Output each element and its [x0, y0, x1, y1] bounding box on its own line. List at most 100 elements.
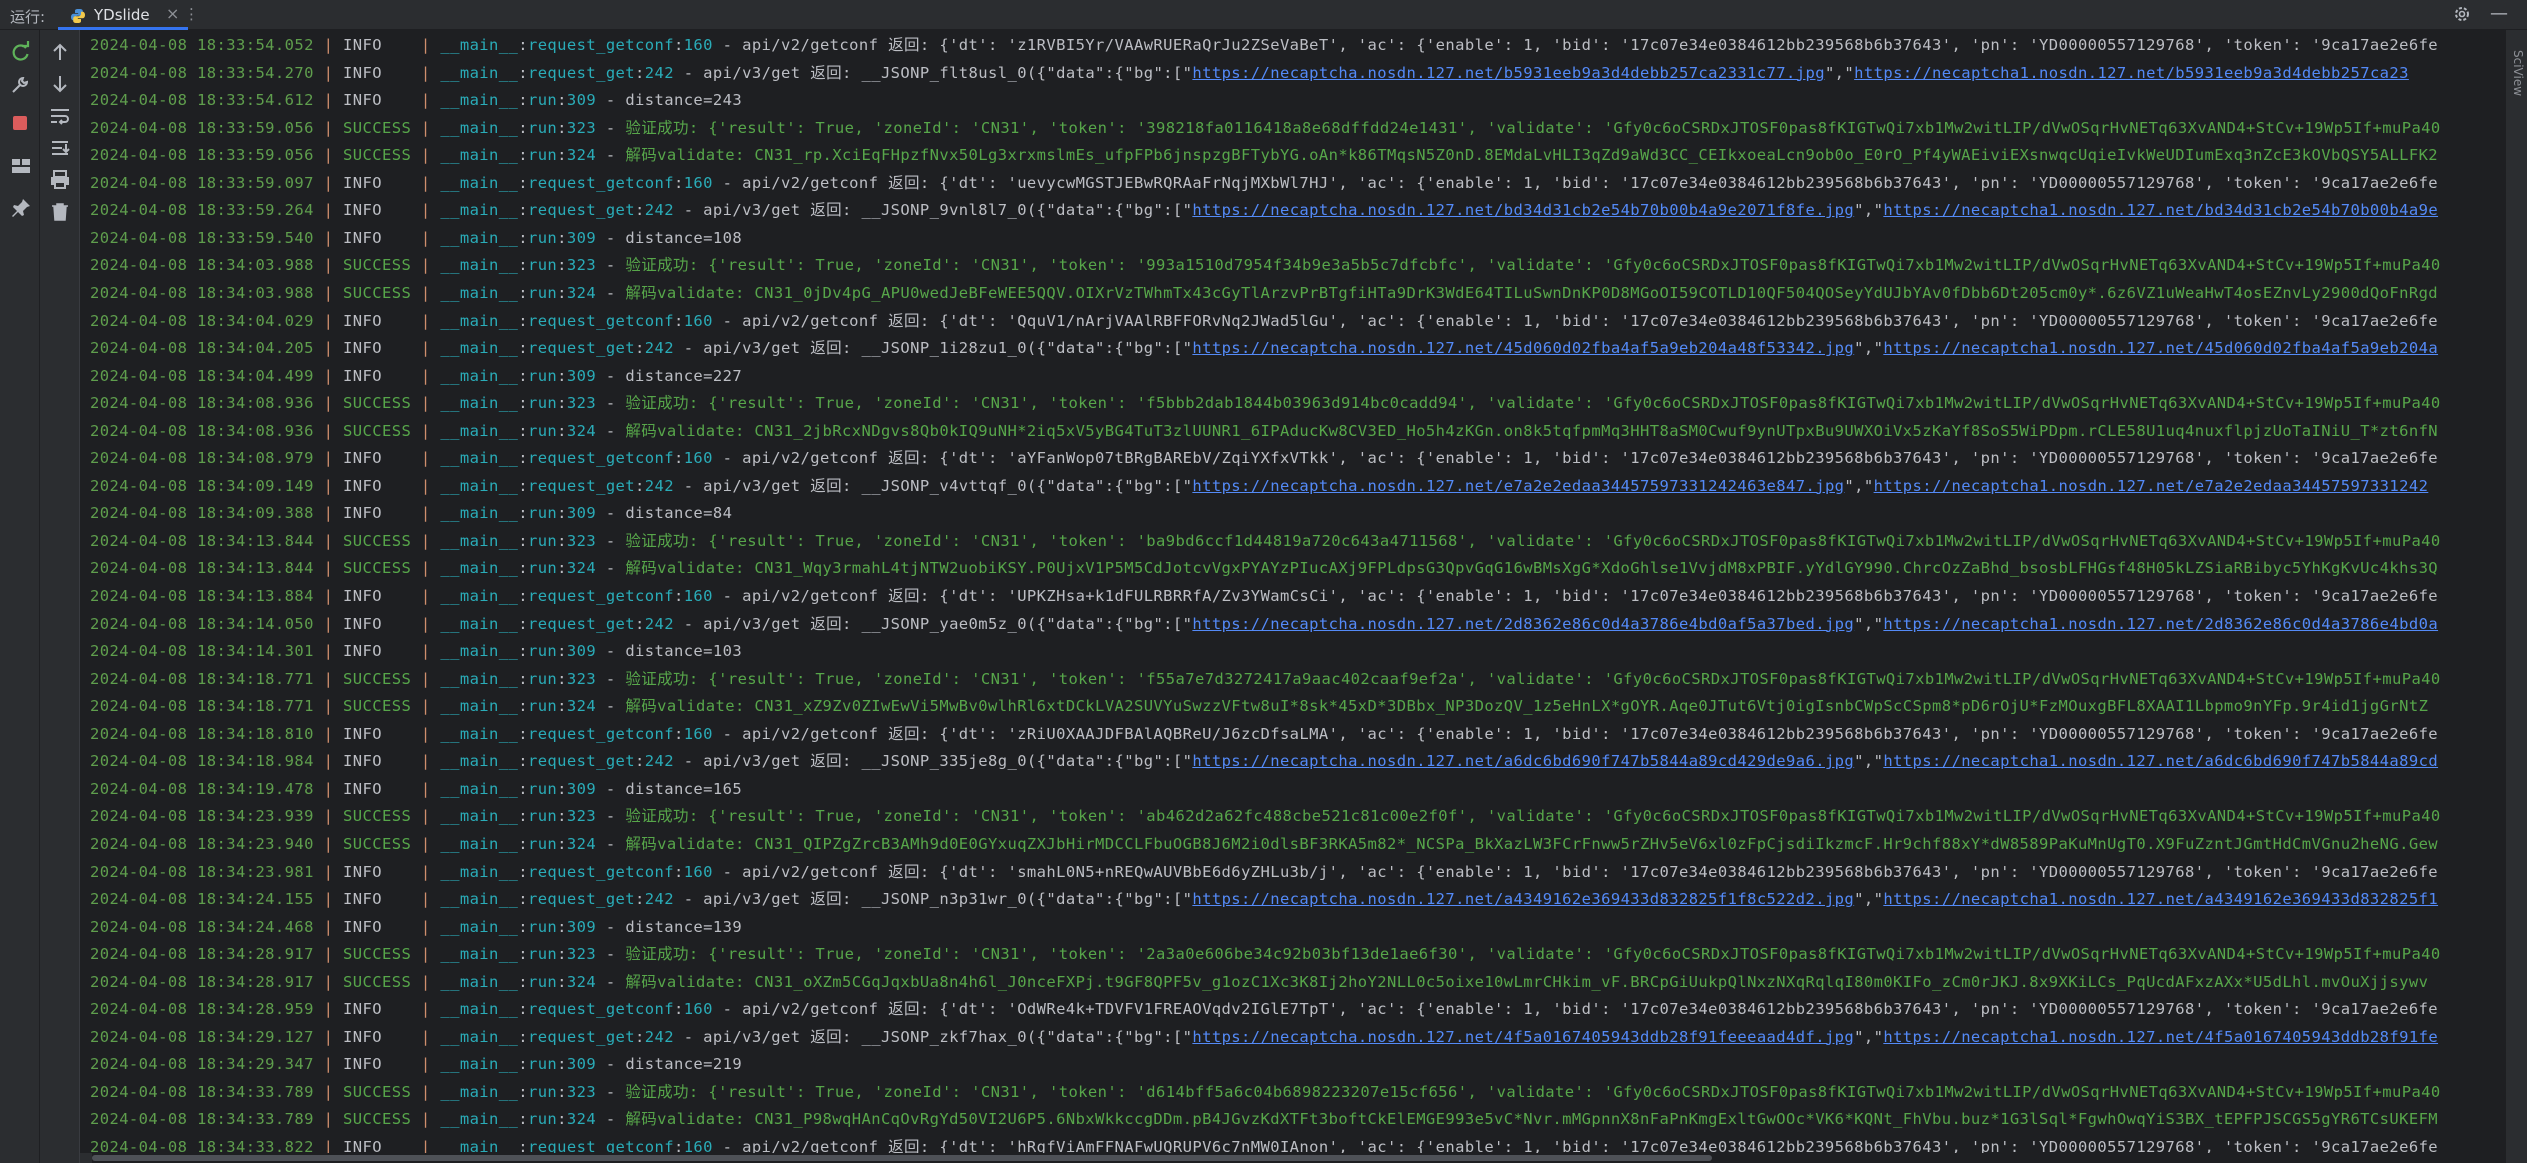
- log-level: SUCCESS: [343, 421, 412, 440]
- arrow-down-icon[interactable]: [48, 72, 72, 96]
- stop-icon[interactable]: [13, 116, 27, 130]
- layout-icon[interactable]: [9, 154, 33, 178]
- log-level: INFO: [343, 917, 412, 936]
- log-function: run: [527, 669, 558, 688]
- log-separator: |: [420, 862, 431, 881]
- log-module: __main__: [440, 1000, 519, 1019]
- log-separator: |: [420, 972, 431, 991]
- log-level: INFO: [343, 339, 412, 358]
- log-module: __main__: [440, 834, 519, 853]
- log-message: ",": [1854, 339, 1884, 358]
- log-line-number: 309: [566, 504, 597, 523]
- log-line: 2024-04-08 18:33:59.540 | INFO | __main_…: [90, 228, 743, 247]
- log-message: 解码validate: CN31_xZ9Zv0ZIwEwVi5MwBv0wlhR…: [625, 697, 2429, 716]
- log-message: distance=219: [625, 1055, 743, 1074]
- tab-ydslide[interactable]: YDslide ×: [58, 0, 188, 30]
- log-url-link[interactable]: https://necaptcha1.nosdn.127.net/a434916…: [1883, 890, 2438, 908]
- rerun-icon[interactable]: [9, 40, 33, 64]
- log-message: 验证成功: {'result': True, 'zoneId': 'CN31',…: [625, 118, 2441, 137]
- log-url-link[interactable]: https://necaptcha.nosdn.127.net/bd34d31c…: [1192, 201, 1854, 219]
- sciview-tab[interactable]: SciView: [2507, 50, 2525, 160]
- log-line: 2024-04-08 18:34:18.984 | INFO | __main_…: [90, 752, 2439, 771]
- log-url-link[interactable]: https://necaptcha.nosdn.127.net/b5931eeb…: [1192, 64, 1825, 82]
- arrow-up-icon[interactable]: [48, 40, 72, 64]
- log-url-link[interactable]: https://necaptcha.nosdn.127.net/a6dc6bd6…: [1192, 752, 1854, 770]
- log-url-link[interactable]: https://necaptcha1.nosdn.127.net/a6dc6bd…: [1883, 752, 2438, 770]
- log-separator: |: [323, 587, 334, 605]
- log-level: SUCCESS: [343, 146, 412, 165]
- log-message: ",": [1854, 201, 1884, 220]
- log-url-link[interactable]: https://necaptcha.nosdn.127.net/4f5a0167…: [1192, 1028, 1854, 1046]
- log-module: __main__: [440, 504, 519, 523]
- log-message: api/v3/get 返回: __JSONP_1i28zu1_0({"data"…: [703, 339, 1193, 358]
- pin-icon[interactable]: [9, 196, 33, 220]
- log-module: __main__: [440, 394, 519, 413]
- log-line: 2024-04-08 18:34:18.771 | SUCCESS | __ma…: [90, 669, 2441, 688]
- log-line-number: 324: [566, 972, 597, 991]
- log-separator: |: [323, 366, 334, 385]
- log-url-link[interactable]: https://necaptcha1.nosdn.127.net/bd34d31…: [1883, 201, 2438, 219]
- log-message: api/v2/getconf 返回: {'dt': 'OdWRe4k+TDVFV…: [742, 1000, 2439, 1019]
- trash-icon[interactable]: [48, 200, 72, 224]
- log-function: request_get: [527, 201, 636, 220]
- close-icon[interactable]: ×: [166, 4, 179, 23]
- log-module: __main__: [440, 531, 519, 550]
- log-message: distance=103: [625, 642, 743, 661]
- run-label: 运行:: [10, 8, 46, 26]
- log-url-link[interactable]: https://necaptcha.nosdn.127.net/e7a2e2ed…: [1192, 477, 1844, 495]
- scrollbar-thumb[interactable]: [92, 1155, 1712, 1161]
- soft-wrap-icon[interactable]: [48, 104, 72, 128]
- minimize-icon[interactable]: —: [2490, 3, 2508, 24]
- log-url-link[interactable]: https://necaptcha1.nosdn.127.net/b5931ee…: [1854, 64, 2409, 82]
- log-line-number: 309: [566, 1055, 597, 1074]
- log-separator: |: [420, 752, 431, 771]
- log-url-link[interactable]: https://necaptcha1.nosdn.127.net/4f5a016…: [1883, 1028, 2438, 1046]
- log-line: 2024-04-08 18:34:23.981 | INFO | __main_…: [90, 862, 2439, 881]
- run-toolbar-secondary: [40, 30, 80, 1163]
- log-line: 2024-04-08 18:34:18.771 | SUCCESS | __ma…: [90, 697, 2429, 716]
- log-line: 2024-04-08 18:34:14.301 | INFO | __main_…: [90, 642, 743, 661]
- log-level: INFO: [343, 642, 412, 661]
- log-module: __main__: [440, 366, 519, 385]
- wrench-icon[interactable]: [9, 72, 33, 96]
- log-url-link[interactable]: https://necaptcha.nosdn.127.net/45d060d0…: [1192, 339, 1854, 357]
- log-line-number: 323: [566, 531, 597, 550]
- log-timestamp: 2024-04-08 18:33:59.264: [90, 201, 314, 220]
- log-level: INFO: [343, 1000, 412, 1019]
- log-line: 2024-04-08 18:33:54.270 | INFO | __main_…: [90, 63, 2409, 82]
- log-function: run: [527, 1055, 558, 1074]
- log-url-link[interactable]: https://necaptcha1.nosdn.127.net/45d060d…: [1883, 339, 2438, 357]
- log-level: SUCCESS: [343, 559, 412, 578]
- console-output[interactable]: 2024-04-08 18:33:54.052 | INFO | __main_…: [80, 30, 2505, 1153]
- log-timestamp: 2024-04-08 18:34:03.988: [90, 283, 314, 302]
- log-function: run: [527, 1082, 558, 1101]
- log-separator: |: [323, 807, 334, 826]
- scroll-to-end-icon[interactable]: [48, 136, 72, 160]
- log-module: __main__: [440, 118, 519, 137]
- gear-icon[interactable]: [2452, 4, 2472, 24]
- log-url-link[interactable]: https://necaptcha1.nosdn.127.net/2d8362e…: [1883, 615, 2438, 633]
- log-timestamp: 2024-04-08 18:34:04.029: [90, 311, 314, 330]
- log-line-number: 323: [566, 945, 597, 964]
- log-line: 2024-04-08 18:34:14.050 | INFO | __main_…: [90, 614, 2439, 633]
- print-icon[interactable]: [48, 168, 72, 192]
- log-timestamp: 2024-04-08 18:34:19.478: [90, 779, 314, 798]
- log-url-link[interactable]: https://necaptcha.nosdn.127.net/2d8362e8…: [1192, 615, 1854, 633]
- log-line: 2024-04-08 18:34:13.844 | SUCCESS | __ma…: [90, 531, 2441, 550]
- log-separator: |: [420, 779, 431, 798]
- log-line-number: 309: [566, 779, 597, 798]
- log-separator: |: [323, 752, 334, 771]
- log-function: run: [527, 421, 558, 440]
- log-url-link[interactable]: https://necaptcha.nosdn.127.net/a4349162…: [1192, 890, 1854, 908]
- log-timestamp: 2024-04-08 18:34:23.981: [90, 862, 314, 881]
- more-options-icon[interactable]: ⋮: [184, 5, 199, 23]
- log-line: 2024-04-08 18:34:08.936 | SUCCESS | __ma…: [90, 421, 2439, 440]
- log-message: 解码validate: CN31_QIPZgZrcB3AMh9d0E0GYxuq…: [625, 834, 2439, 853]
- log-separator: |: [420, 669, 431, 688]
- log-url-link[interactable]: https://necaptcha1.nosdn.127.net/e7a2e2e…: [1874, 477, 2429, 495]
- log-line-number: 324: [566, 697, 597, 716]
- horizontal-scrollbar[interactable]: [92, 1153, 2505, 1163]
- log-line: 2024-04-08 18:34:09.388 | INFO | __main_…: [90, 504, 733, 523]
- log-line-number: 242: [644, 890, 674, 909]
- log-timestamp: 2024-04-08 18:34:08.979: [90, 449, 314, 468]
